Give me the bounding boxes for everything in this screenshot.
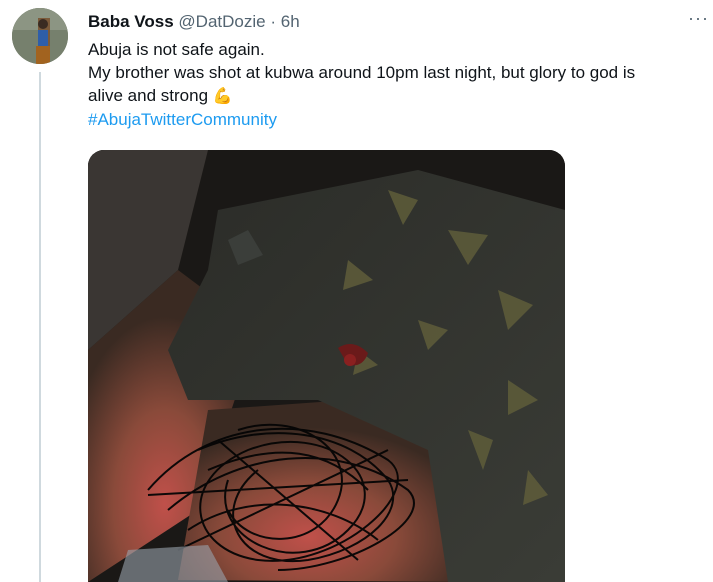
more-options-icon[interactable]: ··· xyxy=(688,8,712,32)
thread-connector-line xyxy=(39,72,41,582)
tweet-text-line-with-emoji: alive and strong 💪 xyxy=(88,84,698,108)
separator-dot: · xyxy=(270,12,276,31)
tweet-text: Abuja is not safe again. My brother was … xyxy=(88,38,698,131)
flexed-biceps-icon: 💪 xyxy=(212,88,233,105)
author-avatar[interactable] xyxy=(12,8,68,64)
hashtag-link[interactable]: #AbujaTwitterCommunity xyxy=(88,110,277,129)
tweet-header: Baba Voss @DatDozie · 6h xyxy=(88,12,300,32)
tweet-timestamp[interactable]: 6h xyxy=(281,12,300,31)
author-handle[interactable]: @DatDozie xyxy=(178,12,265,31)
tweet-text-line: Abuja is not safe again. xyxy=(88,40,265,59)
author-name[interactable]: Baba Voss xyxy=(88,12,174,31)
tweet-text-line: alive and strong xyxy=(88,86,209,105)
tweet-text-line: My brother was shot at kubwa around 10pm… xyxy=(88,63,636,82)
tweet-photo[interactable] xyxy=(88,150,565,582)
